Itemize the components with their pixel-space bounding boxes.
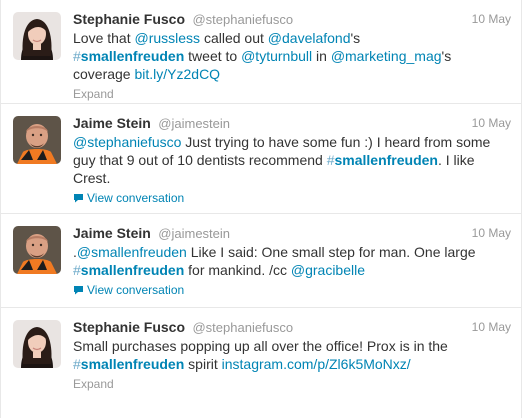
tweet-timestamp[interactable]: 10 May <box>472 114 511 132</box>
view-conversation-label: View conversation <box>87 283 185 297</box>
hashtag-word: smallenfreuden <box>334 152 438 168</box>
tweet-header: Stephanie Fusco @stephaniefusco 10 May <box>73 10 511 28</box>
tweet-item[interactable]: Stephanie Fusco @stephaniefusco 10 May L… <box>1 0 521 104</box>
tweet-item[interactable]: Stephanie Fusco @stephaniefusco 10 May S… <box>1 308 521 418</box>
hashtag-symbol: # <box>73 356 81 372</box>
tweet-timeline: Stephanie Fusco @stephaniefusco 10 May L… <box>0 0 522 418</box>
tweet-content: Jaime Stein @jaimestein 10 May @stephani… <box>73 114 511 206</box>
tweet-text: Love that @russless called out @davelafo… <box>73 29 511 83</box>
view-conversation-label: View conversation <box>87 191 185 205</box>
avatar[interactable] <box>13 226 61 274</box>
hashtag-word: smallenfreuden <box>80 48 185 64</box>
tweet-content: Stephanie Fusco @stephaniefusco 10 May S… <box>73 318 511 392</box>
woman-avatar-icon <box>13 12 61 60</box>
man-avatar-icon <box>13 226 61 274</box>
tweet-timestamp[interactable]: 10 May <box>472 10 511 28</box>
tweet-item[interactable]: Jaime Stein @jaimestein 10 May .@smallen… <box>1 214 521 308</box>
mention-link[interactable]: @marketing_mag <box>331 48 442 64</box>
tweet-author-name[interactable]: Jaime Stein <box>73 115 151 131</box>
hashtag-link[interactable]: #smallenfreuden <box>327 152 438 168</box>
mention-link[interactable]: @russless <box>135 30 201 46</box>
tweet-content: Jaime Stein @jaimestein 10 May .@smallen… <box>73 224 511 298</box>
tweet-header: Jaime Stein @jaimestein 10 May <box>73 224 511 242</box>
tweet-header: Jaime Stein @jaimestein 10 May <box>73 114 511 132</box>
mention-link[interactable]: @davelafond <box>268 30 351 46</box>
mention-link[interactable]: @smallenfreuden <box>77 244 187 260</box>
man-avatar-icon <box>13 116 61 164</box>
url-link[interactable]: bit.ly/Yz2dCQ <box>134 66 220 82</box>
hashtag-link[interactable]: #smallenfreuden <box>73 356 184 372</box>
tweet-author-name[interactable]: Stephanie Fusco <box>73 11 185 27</box>
tweet-footer: Expand <box>73 86 511 102</box>
tweet-author-username[interactable]: @stephaniefusco <box>192 12 293 27</box>
hashtag-link[interactable]: #smallenfreuden <box>73 262 184 278</box>
expand-link[interactable]: Expand <box>73 377 114 391</box>
hashtag-symbol: # <box>73 48 81 64</box>
tweet-timestamp[interactable]: 10 May <box>472 224 511 242</box>
tweet-text-segment: tweet to <box>184 48 242 64</box>
view-conversation-link[interactable]: View conversation <box>73 283 184 297</box>
tweet-content: Stephanie Fusco @stephaniefusco 10 May L… <box>73 10 511 102</box>
mention-link[interactable]: @gracibelle <box>291 262 365 278</box>
tweet-author-username[interactable]: @jaimestein <box>158 226 230 241</box>
mention-link[interactable]: @stephaniefusco <box>73 134 181 150</box>
tweet-footer: Expand <box>73 376 511 392</box>
hashtag-symbol: # <box>326 152 335 168</box>
url-link[interactable]: instagram.com/p/Zl6k5MoNxz/ <box>222 356 411 372</box>
tweet-text: .@smallenfreuden Like I said: One small … <box>73 243 511 279</box>
tweet-text-segment: 's <box>350 30 361 46</box>
tweet-author-name[interactable]: Stephanie Fusco <box>73 319 185 335</box>
tweet-author-name[interactable]: Jaime Stein <box>73 225 151 241</box>
tweet-text: @stephaniefusco Just trying to have some… <box>73 133 511 187</box>
tweet-text-segment: in <box>312 48 331 64</box>
tweet-text-segment: Love that <box>73 30 135 46</box>
speech-bubble-icon <box>74 286 83 295</box>
tweet-item[interactable]: Jaime Stein @jaimestein 10 May @stephani… <box>1 104 521 214</box>
mention-link[interactable]: @tyturnbull <box>241 48 312 64</box>
tweet-text-segment: Like I said: One small step for man. One… <box>186 244 476 260</box>
tweet-text-segment: for mankind. /cc <box>184 262 291 278</box>
tweet-author-username[interactable]: @stephaniefusco <box>192 320 293 335</box>
view-conversation-link[interactable]: View conversation <box>73 191 184 205</box>
speech-bubble-icon <box>74 194 83 203</box>
tweet-text: Small purchases popping up all over the … <box>73 337 511 373</box>
hashtag-word: smallenfreuden <box>80 262 185 278</box>
hashtag-word: smallenfreuden <box>80 356 185 372</box>
expand-link[interactable]: Expand <box>73 87 114 101</box>
tweet-header: Stephanie Fusco @stephaniefusco 10 May <box>73 318 511 336</box>
hashtag-symbol: # <box>73 262 81 278</box>
tweet-timestamp[interactable]: 10 May <box>472 318 511 336</box>
avatar[interactable] <box>13 320 61 368</box>
avatar[interactable] <box>13 116 61 164</box>
tweet-text-segment: called out <box>200 30 268 46</box>
tweet-author-username[interactable]: @jaimestein <box>158 116 230 131</box>
tweet-text-segment: Small purchases popping up all over the … <box>73 338 448 354</box>
tweet-footer: View conversation <box>73 282 511 298</box>
woman-avatar-icon <box>13 320 61 368</box>
avatar[interactable] <box>13 12 61 60</box>
hashtag-link[interactable]: #smallenfreuden <box>73 48 184 64</box>
tweet-footer: View conversation <box>73 190 511 206</box>
tweet-text-segment: spirit <box>184 356 222 372</box>
